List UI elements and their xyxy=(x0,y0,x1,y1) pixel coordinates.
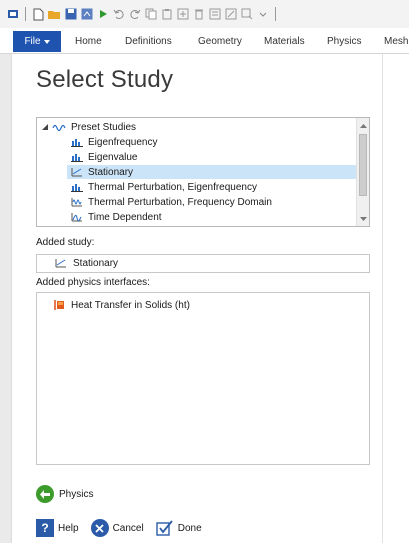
done-button[interactable]: Done xyxy=(156,519,202,537)
scroll-up-icon[interactable] xyxy=(357,119,369,131)
quick-access-toolbar xyxy=(0,0,409,28)
added-physics-list: Heat Transfer in Solids (ht) xyxy=(36,292,370,465)
tree-item-time-dependent[interactable]: Time Dependent xyxy=(71,210,162,224)
eigen-chart-icon xyxy=(71,137,83,148)
tree-item-label: Thermal Perturbation, Eigenfrequency xyxy=(88,181,257,193)
added-study-value: Stationary xyxy=(73,258,119,269)
help-icon: ? xyxy=(36,519,54,537)
paste-icon[interactable] xyxy=(160,8,173,21)
added-study-label: Added study: xyxy=(36,237,95,248)
new-file-icon[interactable] xyxy=(32,8,45,21)
tree-root-preset-studies[interactable]: Preset Studies xyxy=(41,120,136,134)
stationary-icon xyxy=(55,258,67,269)
tree-item-eigenvalue[interactable]: Eigenvalue xyxy=(71,150,137,164)
physics-interface-item[interactable]: Heat Transfer in Solids (ht) xyxy=(53,299,190,311)
redo-icon[interactable] xyxy=(128,8,141,21)
ribbon-tabs: File Home Definitions Geometry Materials… xyxy=(0,28,409,54)
physics-interface-label: Heat Transfer in Solids (ht) xyxy=(71,299,190,311)
right-pane-edge xyxy=(382,54,409,543)
tree-item-label: Eigenvalue xyxy=(88,151,138,163)
study-tree[interactable]: Preset Studies Eigenfrequency Eigenvalue… xyxy=(36,117,370,227)
eigen-chart-icon xyxy=(71,152,83,163)
left-window-edge xyxy=(0,54,12,543)
file-menu-button[interactable]: File xyxy=(13,31,61,52)
tab-home[interactable]: Home xyxy=(75,36,102,47)
page-title: Select Study xyxy=(36,66,174,93)
frequency-domain-icon xyxy=(71,197,83,208)
bottom-action-bar: ? Help Cancel Done xyxy=(36,519,214,537)
added-study-field: Stationary xyxy=(36,254,370,273)
tree-scrollbar[interactable] xyxy=(356,118,369,226)
tab-mesh[interactable]: Mesh xyxy=(384,36,408,47)
build-icon[interactable] xyxy=(208,8,221,21)
tree-item-stationary[interactable]: Stationary xyxy=(67,165,357,179)
time-dependent-icon xyxy=(71,212,83,223)
duplicate-icon[interactable] xyxy=(176,8,189,21)
scrollbar-thumb[interactable] xyxy=(359,134,367,196)
tree-item-eigenfrequency[interactable]: Eigenfrequency xyxy=(71,135,158,149)
zoom-icon[interactable] xyxy=(240,8,253,21)
cancel-icon xyxy=(90,519,109,537)
back-to-physics-button[interactable]: Physics xyxy=(36,485,93,503)
delete-icon[interactable] xyxy=(192,8,205,21)
tab-geometry[interactable]: Geometry xyxy=(198,36,242,47)
tab-physics[interactable]: Physics xyxy=(327,36,361,47)
done-button-label: Done xyxy=(177,522,202,534)
heat-transfer-icon xyxy=(53,299,65,311)
tree-root-label: Preset Studies xyxy=(71,121,137,133)
preset-studies-icon xyxy=(52,122,66,133)
scroll-down-icon[interactable] xyxy=(357,213,369,225)
added-physics-label: Added physics interfaces: xyxy=(36,277,150,288)
help-button-label: Help xyxy=(58,522,79,534)
run-icon[interactable] xyxy=(96,8,109,21)
cancel-button-label: Cancel xyxy=(112,522,144,534)
tab-definitions[interactable]: Definitions xyxy=(125,36,172,47)
dropdown-arrow-icon[interactable] xyxy=(256,8,269,21)
help-button[interactable]: ? Help xyxy=(36,519,79,537)
tree-item-label: Thermal Perturbation, Frequency Domain xyxy=(88,196,272,208)
chevron-down-icon xyxy=(43,39,50,44)
compute-icon[interactable] xyxy=(224,8,237,21)
toolbar-separator xyxy=(275,7,276,21)
app-icon[interactable] xyxy=(6,8,19,21)
stationary-icon xyxy=(71,167,83,178)
done-check-icon xyxy=(156,519,174,537)
undo-icon[interactable] xyxy=(112,8,125,21)
eigen-chart-icon xyxy=(71,182,83,193)
tab-materials[interactable]: Materials xyxy=(264,36,305,47)
tree-item-thermal-perturbation-eigenfrequency[interactable]: Thermal Perturbation, Eigenfrequency xyxy=(71,180,257,194)
tree-item-label: Eigenfrequency xyxy=(88,136,158,148)
tree-collapse-icon[interactable] xyxy=(41,122,49,133)
cancel-button[interactable]: Cancel xyxy=(90,519,144,537)
back-button-label: Physics xyxy=(59,488,94,500)
copy-icon[interactable] xyxy=(144,8,157,21)
file-menu-label: File xyxy=(24,36,41,47)
save-as-icon[interactable] xyxy=(80,8,93,21)
save-icon[interactable] xyxy=(64,8,77,21)
tree-item-thermal-perturbation-frequency-domain[interactable]: Thermal Perturbation, Frequency Domain xyxy=(71,195,272,209)
tree-item-label: Time Dependent xyxy=(88,211,162,223)
open-folder-icon[interactable] xyxy=(48,8,61,21)
toolbar-separator xyxy=(25,7,26,21)
arrow-left-icon xyxy=(36,485,54,503)
tree-item-label: Stationary xyxy=(88,166,134,178)
